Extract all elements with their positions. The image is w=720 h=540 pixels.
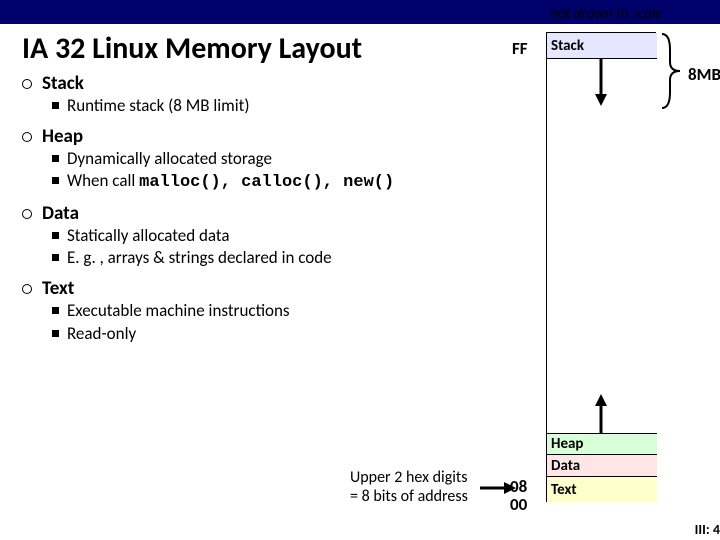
bullet-icon <box>22 284 32 294</box>
square-bullet-icon <box>52 177 59 184</box>
body-text: Stack Runtime stack (8 MB limit) Heap Dy… <box>22 72 502 353</box>
data-item-1: E. g. , arrays & strings declared in cod… <box>67 247 332 269</box>
section-head-data: Data <box>42 202 79 225</box>
region-data: Data <box>547 455 657 477</box>
eight-mb-label: 8MB <box>688 64 720 85</box>
bullet-icon <box>22 132 32 142</box>
square-bullet-icon <box>52 254 59 261</box>
slide-title: IA 32 Linux Memory Layout <box>22 30 362 67</box>
page-number: III: 4 <box>695 521 720 538</box>
hex-caption: Upper 2 hex digits = 8 bits of address <box>350 468 468 506</box>
region-text: Text <box>547 477 657 503</box>
scale-note: not drawn to scale <box>550 5 662 23</box>
square-bullet-icon <box>52 330 59 337</box>
addr-label-00: 00 <box>510 494 527 515</box>
bullet-icon <box>22 79 32 89</box>
arrow-up-icon <box>593 394 609 434</box>
square-bullet-icon <box>52 307 59 314</box>
data-item-0: Statically allocated data <box>67 225 230 247</box>
bullet-icon <box>22 209 32 219</box>
arrow-down-icon <box>593 58 609 106</box>
heap-item-1-prefix: When call <box>67 170 139 191</box>
square-bullet-icon <box>52 102 59 109</box>
section-head-stack: Stack <box>42 72 84 95</box>
region-heap: Heap <box>547 433 657 455</box>
section-head-text: Text <box>42 277 74 300</box>
addr-label-ff: FF <box>512 38 528 59</box>
region-empty <box>547 59 657 433</box>
hex-caption-l2: = 8 bits of address <box>350 487 468 506</box>
stack-item-0: Runtime stack (8 MB limit) <box>67 95 250 117</box>
square-bullet-icon <box>52 232 59 239</box>
heap-item-0: Dynamically allocated storage <box>67 148 272 170</box>
curly-brace-icon <box>658 32 684 110</box>
text-item-0: Executable machine instructions <box>67 300 290 322</box>
section-head-heap: Heap <box>42 125 83 148</box>
text-item-1: Read-only <box>67 323 136 345</box>
region-stack: Stack <box>547 33 657 59</box>
square-bullet-icon <box>52 155 59 162</box>
heap-item-1-code: malloc(), calloc(), new() <box>139 173 394 192</box>
hex-caption-l1: Upper 2 hex digits <box>350 468 468 487</box>
